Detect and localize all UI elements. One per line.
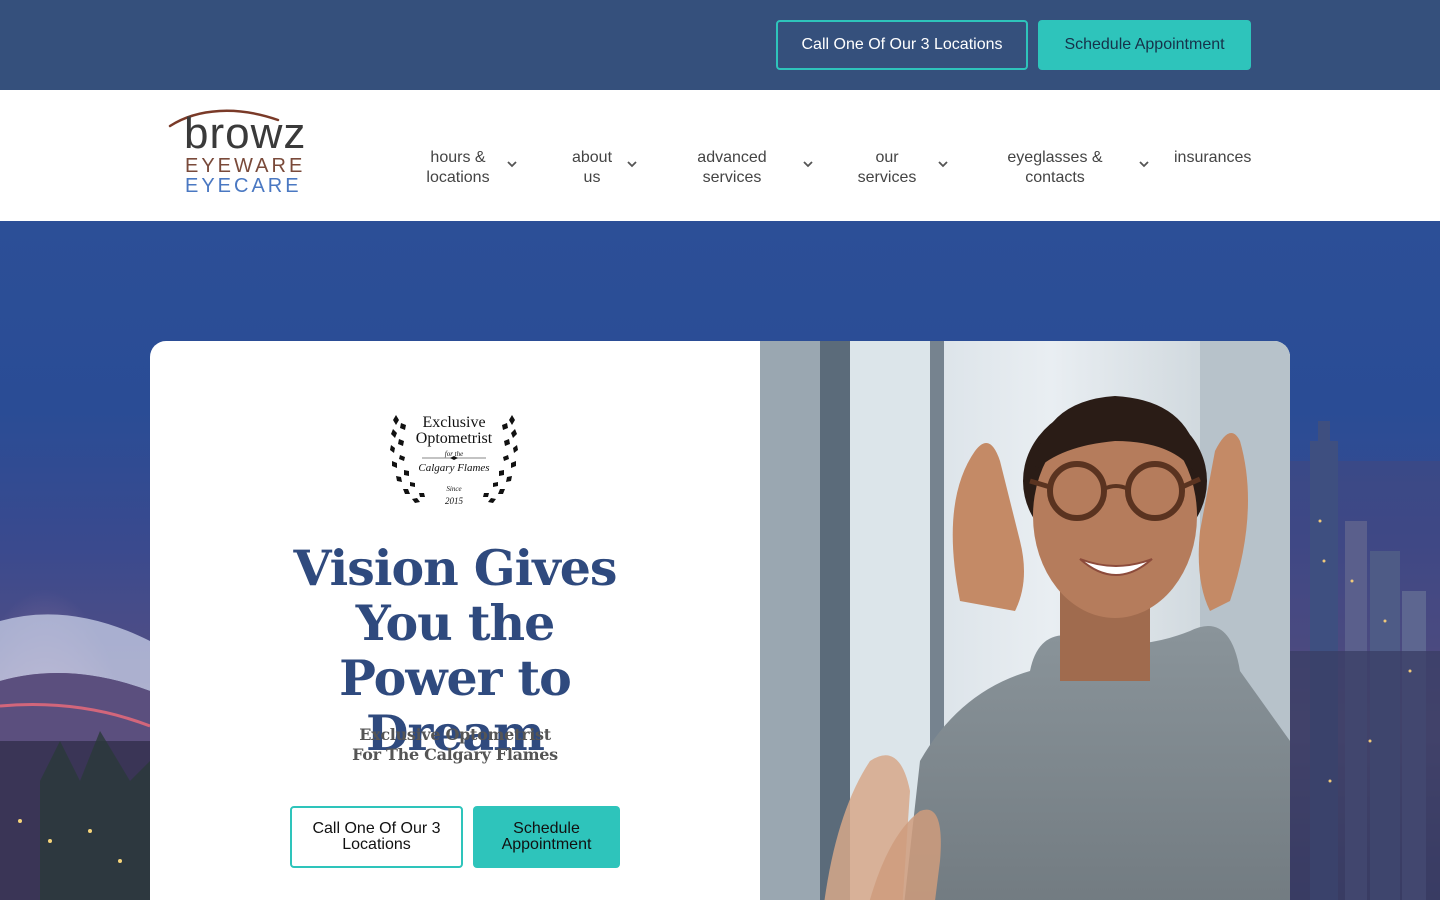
- nav-label: insurances: [1174, 149, 1252, 166]
- hero-subheadline-line1: Exclusive Optometrist: [359, 725, 551, 744]
- nav-label: hours & locations: [426, 149, 490, 186]
- hero-section: Exclusive Optometrist for the Calgary Fl…: [0, 221, 1440, 900]
- schedule-appointment-button[interactable]: Schedule Appointment: [1038, 20, 1251, 70]
- nav-label: our services: [857, 149, 917, 186]
- nav-insurances[interactable]: insurances: [1174, 148, 1251, 168]
- city-skyline-left-image: [0, 521, 150, 900]
- logo-eyeware: EYEWARE: [185, 155, 306, 177]
- nav-hours-locations[interactable]: hours & locations: [418, 148, 518, 188]
- chevron-down-icon: [507, 161, 517, 168]
- badge-line-for-the: for the: [444, 450, 464, 458]
- logo-wordmark: browz: [184, 109, 307, 158]
- nav-about-us[interactable]: about us: [562, 148, 638, 188]
- main-navigation: browz EYEWARE EYECARE hours & locations …: [0, 90, 1440, 221]
- badge-line-year: 2015: [445, 496, 463, 506]
- hero-subheadline-line2: For The Calgary Flames: [352, 745, 558, 764]
- hero-schedule-appointment-button[interactable]: Schedule Appointment: [473, 806, 620, 868]
- badge-line-calgary-flames: Calgary Flames: [418, 462, 490, 474]
- top-utility-bar: Call One Of Our 3 Locations Schedule App…: [0, 0, 1440, 90]
- hero-card: Exclusive Optometrist for the Calgary Fl…: [150, 341, 1290, 900]
- badge-line-optometrist: Optometrist: [415, 430, 493, 447]
- nav-label: eyeglasses & contacts: [1007, 149, 1103, 186]
- hero-call-locations-button[interactable]: Call One Of Our 3 Locations: [290, 806, 463, 868]
- hero-subheadline: Exclusive Optometrist For The Calgary Fl…: [305, 725, 605, 765]
- nav-label: about us: [571, 149, 613, 186]
- chevron-down-icon: [803, 161, 813, 168]
- nav-our-services[interactable]: our services: [846, 148, 949, 188]
- browz-logo[interactable]: browz EYEWARE EYECARE: [168, 108, 328, 200]
- chevron-down-icon: [627, 161, 637, 168]
- calgary-flames-badge: Exclusive Optometrist for the Calgary Fl…: [386, 409, 522, 513]
- call-locations-button[interactable]: Call One Of Our 3 Locations: [776, 20, 1028, 70]
- badge-line-since: Since: [446, 485, 462, 493]
- nav-advanced-services[interactable]: advanced services: [682, 148, 814, 188]
- hero-card-content: Exclusive Optometrist for the Calgary Fl…: [150, 341, 760, 900]
- nav-eyeglasses-contacts[interactable]: eyeglasses & contacts: [994, 148, 1150, 188]
- badge-line-exclusive: Exclusive: [422, 414, 486, 431]
- woman-with-glasses-photo: [760, 341, 1290, 900]
- logo-eyecare: EYECARE: [185, 175, 302, 197]
- chevron-down-icon: [938, 161, 948, 168]
- chevron-down-icon: [1139, 161, 1149, 168]
- nav-label: advanced services: [697, 149, 767, 186]
- city-skyline-right-image: [1290, 421, 1440, 900]
